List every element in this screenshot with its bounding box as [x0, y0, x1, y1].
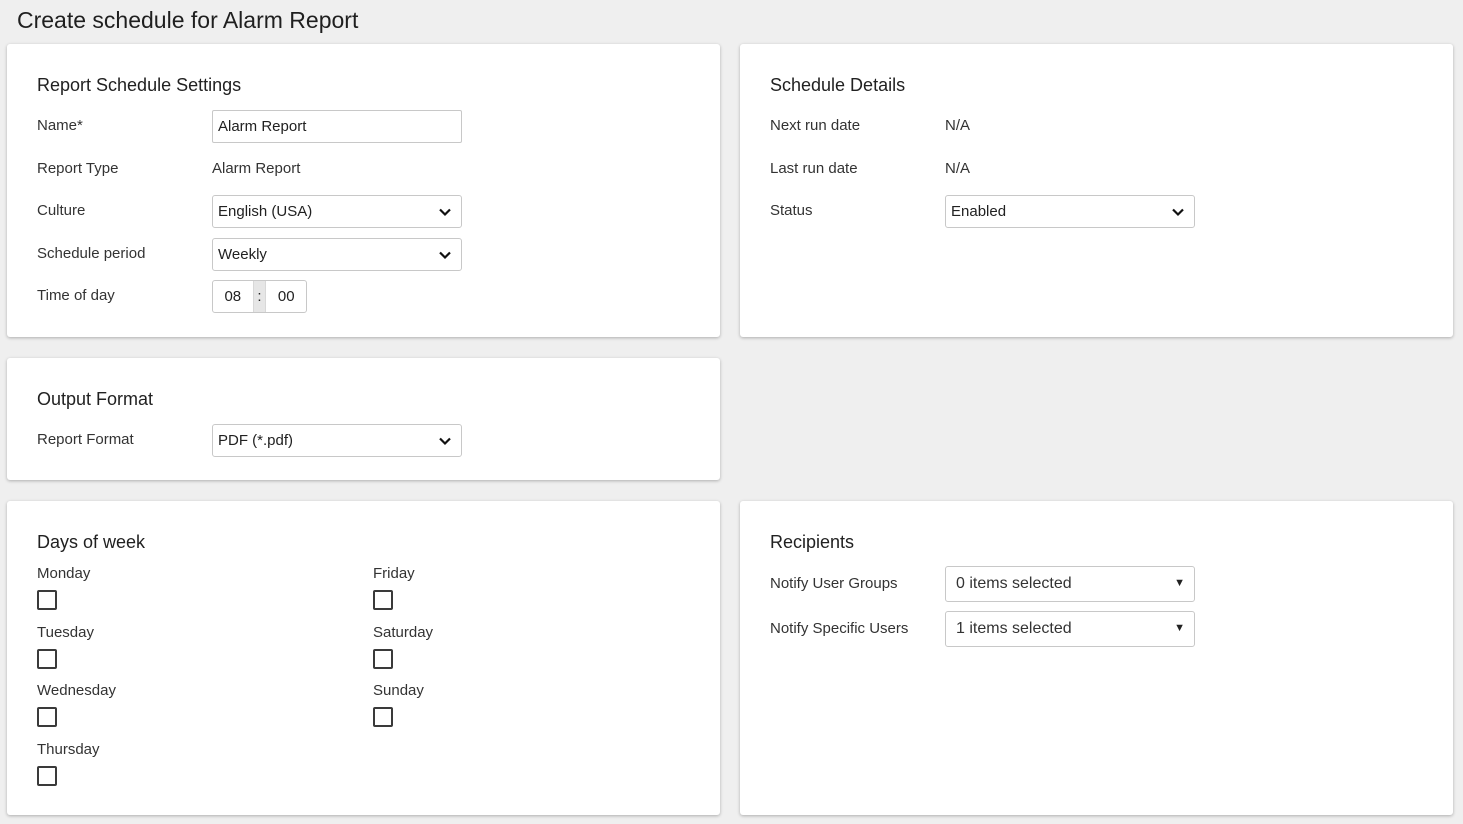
day-label: Monday — [37, 565, 91, 582]
report-schedule-settings-card: Report Schedule Settings Name* Report Ty… — [7, 44, 720, 337]
days-of-week-card: Days of week Monday Tuesday Wednesday Th… — [7, 501, 720, 815]
status-selected-value: Enabled — [951, 203, 1007, 220]
schedule-period-label: Schedule period — [37, 245, 146, 262]
saturday-checkbox[interactable] — [373, 649, 393, 669]
schedule-period-selected-value: Weekly — [218, 246, 267, 263]
report-format-label: Report Format — [37, 431, 134, 448]
specific-users-selected-count: 1 items selected — [956, 620, 1072, 637]
output-format-card: Output Format Report Format PDF (*.pdf) — [7, 358, 720, 480]
status-label: Status — [770, 202, 813, 219]
day-wednesday: Wednesday — [37, 682, 116, 727]
day-label: Saturday — [373, 624, 434, 641]
report-type-label: Report Type — [37, 160, 119, 177]
chevron-down-icon — [439, 437, 451, 446]
notify-specific-users-label: Notify Specific Users — [770, 620, 909, 637]
notify-specific-users-select[interactable]: 1 items selected ▼ — [945, 611, 1195, 647]
sunday-checkbox[interactable] — [373, 707, 393, 727]
recipients-card: Recipients Notify User Groups 0 items se… — [740, 501, 1453, 815]
day-label: Friday — [373, 565, 415, 582]
day-label: Thursday — [37, 741, 100, 758]
monday-checkbox[interactable] — [37, 590, 57, 610]
day-label: Wednesday — [37, 682, 116, 699]
culture-selected-value: English (USA) — [218, 203, 313, 220]
day-saturday: Saturday — [373, 624, 434, 669]
day-monday: Monday — [37, 565, 91, 610]
chevron-down-icon — [439, 208, 451, 217]
day-thursday: Thursday — [37, 741, 100, 786]
notify-user-groups-select[interactable]: 0 items selected ▼ — [945, 566, 1195, 602]
hours-field[interactable]: 08 — [213, 281, 253, 312]
culture-select[interactable]: English (USA) — [212, 195, 462, 228]
day-friday: Friday — [373, 565, 415, 610]
last-run-value: N/A — [945, 160, 971, 177]
caret-down-icon: ▼ — [1174, 577, 1185, 589]
name-input[interactable] — [212, 110, 462, 143]
report-format-select[interactable]: PDF (*.pdf) — [212, 424, 462, 457]
name-label: Name* — [37, 117, 83, 134]
minutes-field[interactable]: 00 — [266, 281, 306, 312]
card-title: Report Schedule Settings — [37, 75, 242, 95]
day-label: Tuesday — [37, 624, 94, 641]
time-of-day-input: 08 : 00 — [212, 280, 307, 313]
next-run-value: N/A — [945, 117, 971, 134]
day-tuesday: Tuesday — [37, 624, 94, 669]
schedule-period-select[interactable]: Weekly — [212, 238, 462, 271]
thursday-checkbox[interactable] — [37, 766, 57, 786]
day-label: Sunday — [373, 682, 424, 699]
chevron-down-icon — [439, 251, 451, 260]
wednesday-checkbox[interactable] — [37, 707, 57, 727]
friday-checkbox[interactable] — [373, 590, 393, 610]
caret-down-icon: ▼ — [1174, 622, 1185, 634]
card-title: Output Format — [37, 389, 154, 409]
status-select[interactable]: Enabled — [945, 195, 1195, 228]
notify-user-groups-label: Notify User Groups — [770, 575, 898, 592]
report-format-selected-value: PDF (*.pdf) — [218, 432, 294, 449]
last-run-label: Last run date — [770, 160, 858, 177]
time-separator: : — [252, 281, 267, 312]
card-title: Recipients — [770, 532, 855, 552]
card-title: Schedule Details — [770, 75, 906, 95]
tuesday-checkbox[interactable] — [37, 649, 57, 669]
page-title: Create schedule for Alarm Report — [17, 7, 359, 33]
schedule-details-card: Schedule Details Next run date N/A Last … — [740, 44, 1453, 337]
next-run-label: Next run date — [770, 117, 861, 134]
user-groups-selected-count: 0 items selected — [956, 575, 1072, 592]
culture-label: Culture — [37, 202, 86, 219]
time-of-day-label: Time of day — [37, 287, 115, 304]
chevron-down-icon — [1172, 208, 1184, 217]
card-title: Days of week — [37, 532, 146, 552]
report-type-value: Alarm Report — [212, 160, 301, 177]
day-sunday: Sunday — [373, 682, 424, 727]
